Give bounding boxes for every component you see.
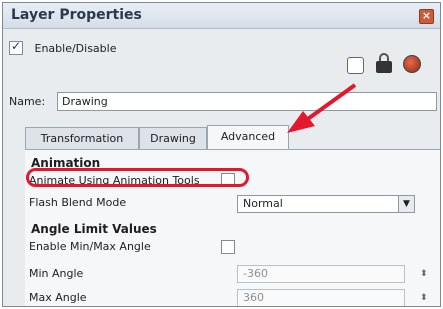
max-angle-label: Max Angle	[29, 291, 87, 304]
enable-checkbox[interactable]	[9, 39, 23, 55]
tab-transformation[interactable]: Transformation	[25, 127, 139, 149]
title-bar: Layer Properties ×	[3, 3, 440, 29]
spinner-icon[interactable]: ⬍	[420, 269, 428, 279]
close-icon[interactable]: ×	[419, 9, 434, 24]
enable-row: Enable/Disable	[9, 39, 117, 55]
tab-drawing[interactable]: Drawing	[139, 127, 207, 149]
spinner-icon[interactable]: ⬍	[420, 293, 428, 303]
max-angle-field[interactable]: 360	[237, 289, 405, 306]
enable-label: Enable/Disable	[34, 41, 117, 55]
enable-angle-label: Enable Min/Max Angle	[29, 240, 151, 253]
layer-properties-window: Layer Properties × Enable/Disable Name: …	[2, 2, 441, 307]
min-angle-field[interactable]: -360	[237, 265, 405, 283]
name-row: Name: Drawing	[9, 92, 437, 111]
enable-angle-checkbox[interactable]	[221, 240, 235, 254]
angle-section-title: Angle Limit Values	[31, 222, 157, 236]
flash-blend-label: Flash Blend Mode	[29, 196, 127, 209]
flash-blend-value: Normal	[243, 197, 283, 210]
window-title: Layer Properties	[11, 7, 142, 23]
flash-blend-select[interactable]: Normal ▼	[237, 195, 415, 213]
name-label: Name:	[9, 95, 46, 108]
annotation-arrow	[287, 83, 357, 133]
onion-skin-icon[interactable]	[403, 55, 421, 73]
lock-icon[interactable]	[375, 53, 393, 73]
chevron-down-icon[interactable]: ▼	[398, 196, 414, 212]
highlight-annotation	[26, 168, 249, 187]
min-angle-label: Min Angle	[29, 267, 84, 280]
box-icon[interactable]	[347, 57, 364, 74]
name-field[interactable]: Drawing	[57, 92, 437, 111]
